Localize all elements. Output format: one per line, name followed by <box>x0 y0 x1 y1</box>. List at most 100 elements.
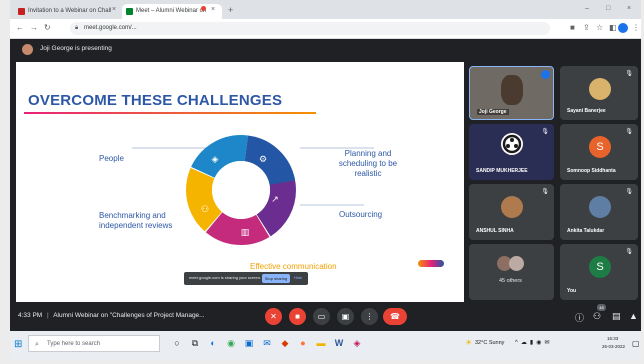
tab-invitation[interactable]: Invitation to a Webinar on Chall <box>14 4 120 19</box>
windows-taskbar: ⊞ ⌕ Type here to search ○ ⧉ ◐ ◉ ▣ ✉ ◆ ● … <box>10 331 641 360</box>
bookmark-star-icon[interactable]: ☆ <box>596 23 603 32</box>
store-icon[interactable]: ▣ <box>242 336 256 350</box>
share-notice-bar: meet.google.com is sharing your screen. … <box>184 272 308 285</box>
tab-meet[interactable]: Meet – Alumni Webinar on <box>122 4 222 19</box>
search-icon: ⌕ <box>35 341 39 348</box>
recording-dot-icon <box>201 6 206 11</box>
back-icon[interactable]: ← <box>16 23 24 32</box>
reload-icon[interactable]: ↻ <box>44 23 51 32</box>
firefox-icon[interactable]: ● <box>296 336 310 350</box>
close-tab-icon[interactable]: × <box>112 6 116 13</box>
slide-brand-mark <box>418 260 444 267</box>
speaking-indicator-icon <box>541 70 550 79</box>
clock-time[interactable]: 16:33 <box>607 336 618 341</box>
mail-icon[interactable]: ✉ <box>260 336 274 350</box>
close-window-icon[interactable]: × <box>627 5 631 12</box>
mic-muted-icon: 🎙︎ <box>541 189 549 195</box>
participant-tile-sayani[interactable]: 🎙︎ Sayani Banerjee <box>560 66 638 120</box>
mic-muted-icon: 🎙︎ <box>625 249 633 255</box>
taskbar-search-input[interactable]: ⌕ Type here to search <box>28 335 160 352</box>
participant-tile-somnoop[interactable]: S 🎙︎ Somnoop Siddhanta <box>560 124 638 180</box>
forward-icon[interactable]: → <box>30 23 38 32</box>
minimize-icon[interactable]: – <box>585 5 589 12</box>
participant-avatar <box>501 196 523 218</box>
svg-text:▥: ▥ <box>241 228 250 238</box>
maximize-icon[interactable]: □ <box>606 5 610 12</box>
system-tray-icons[interactable]: ^☁▮◉✉ <box>515 339 552 346</box>
participant-tile-joji[interactable]: Joji George <box>469 66 554 120</box>
stop-sharing-button[interactable]: Stop sharing <box>262 274 290 283</box>
svg-text:⚙: ⚙ <box>259 155 267 165</box>
participant-logo <box>501 133 523 155</box>
meeting-control-bar: 4:33 PM | Alumni Webinar on "Challenges … <box>10 303 641 329</box>
meeting-details-icon[interactable]: ⓘ <box>575 311 584 324</box>
photos-icon[interactable]: ◆ <box>278 336 292 350</box>
presenter-label: Joji George is presenting <box>40 45 112 52</box>
weather-sun-icon: ☀ <box>465 338 473 347</box>
participant-tile-anshul[interactable]: 🎙︎ ANSHUL SINHA <box>469 184 554 240</box>
participant-video <box>501 75 523 105</box>
participant-tile-ankita[interactable]: 🎙︎ Ankita Talukdar <box>560 184 638 240</box>
camera-off-button[interactable]: ■ <box>289 308 306 325</box>
mic-off-button[interactable]: ✕ <box>265 308 282 325</box>
share-icon[interactable]: ⇪ <box>583 23 590 32</box>
word-icon[interactable]: W <box>332 336 346 350</box>
new-tab-icon[interactable]: + <box>228 5 233 15</box>
address-bar[interactable]: 🔒︎ meet.google.com/... <box>70 22 550 35</box>
lock-icon: 🔒︎ <box>75 25 79 31</box>
edge-icon[interactable]: ◐ <box>206 336 220 350</box>
profile-avatar[interactable] <box>618 23 628 33</box>
more-options-button[interactable]: ⋮ <box>361 308 378 325</box>
participant-avatar <box>589 78 611 100</box>
presented-slide: OVERCOME THESE CHALLENGES People Benchma… <box>16 62 464 302</box>
weather-text: 32°C Sunny <box>475 340 505 346</box>
participant-name: Joji George <box>477 109 509 115</box>
file-explorer-icon[interactable]: ▬ <box>314 336 328 350</box>
close-tab-icon[interactable]: × <box>211 6 215 13</box>
mic-muted-icon: 🎙︎ <box>625 129 633 135</box>
browser-menu-icon[interactable]: ⋮ <box>632 23 640 32</box>
chat-icon[interactable]: ▤ <box>612 311 621 322</box>
participant-name: You <box>567 288 577 294</box>
tab-strip: Invitation to a Webinar on Chall × Meet … <box>10 0 641 19</box>
share-notice-text: meet.google.com is sharing your screen. <box>189 275 262 280</box>
notifications-icon[interactable]: ▢ <box>632 339 640 348</box>
challenges-wheel: ⚙ ↗ ▥ ⚇ ◈ <box>186 135 296 245</box>
search-placeholder: Type here to search <box>47 341 101 347</box>
tab-title: Invitation to a Webinar on Chall <box>28 8 112 14</box>
participant-tile-you[interactable]: S 🎙︎ You <box>560 244 638 300</box>
people-icon[interactable]: ⚇ <box>593 311 601 322</box>
camera-indicator-icon[interactable]: ■ <box>570 23 575 32</box>
clock-date[interactable]: 26-03-2022 <box>602 344 625 349</box>
windows-start-icon[interactable]: ⊞ <box>14 339 22 350</box>
present-now-button[interactable]: ▣ <box>337 308 354 325</box>
task-view-icon[interactable]: ⧉ <box>188 336 202 350</box>
mic-muted-icon: 🎙︎ <box>541 129 549 135</box>
meet-favicon-icon <box>126 8 133 15</box>
extensions-icon[interactable]: ◧ <box>609 23 617 32</box>
participant-name: SANDIP MUKHERJEE <box>476 168 528 174</box>
chrome-icon[interactable]: ◉ <box>224 336 238 350</box>
participant-count-badge: 48 <box>597 304 606 311</box>
svg-text:⚇: ⚇ <box>201 205 209 215</box>
hide-share-bar-button[interactable]: Hide <box>294 275 302 280</box>
participant-tile-sandip[interactable]: 🎙︎ SANDIP MUKHERJEE <box>469 124 554 180</box>
participant-tile-others[interactable]: 45 others <box>469 244 554 300</box>
presenting-bar: Joji George is presenting <box>10 39 641 61</box>
meeting-title: Alumni Webinar on "Challenges of Project… <box>53 312 205 319</box>
activities-icon[interactable]: ▲ <box>629 311 638 321</box>
meeting-info-separator: | <box>47 312 49 319</box>
app-icon[interactable]: ◈ <box>350 336 364 350</box>
participant-name: Ankita Talukdar <box>567 228 605 234</box>
presenter-avatar <box>22 44 33 55</box>
participant-avatar: S <box>589 136 611 158</box>
captions-button[interactable]: ▭ <box>313 308 330 325</box>
meeting-info: 4:33 PM | Alumni Webinar on "Challenges … <box>18 312 205 319</box>
others-count: 45 others <box>499 278 522 284</box>
cortana-icon[interactable]: ○ <box>170 336 184 350</box>
leave-call-button[interactable]: ☎ <box>383 308 407 325</box>
url-text: meet.google.com/... <box>84 25 137 31</box>
participant-name: Sayani Banerjee <box>567 108 606 114</box>
mic-muted-icon: 🎙︎ <box>625 189 633 195</box>
others-avatar-2 <box>509 256 524 271</box>
